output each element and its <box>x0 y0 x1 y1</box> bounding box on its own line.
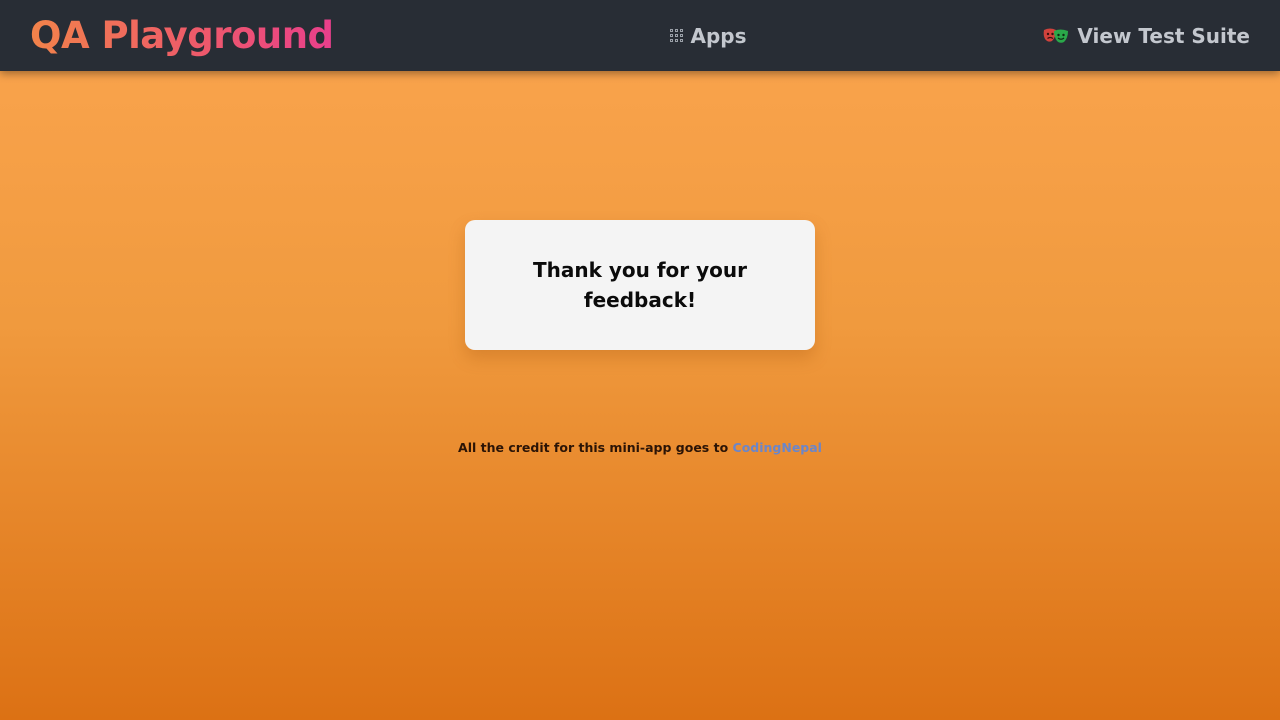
feedback-confirmation-card: Thank you for your feedback! <box>465 220 815 350</box>
grid-icon <box>670 29 684 42</box>
view-test-suite-link[interactable]: View Test Suite <box>1043 24 1250 48</box>
thank-you-message: Thank you for your feedback! <box>532 258 747 312</box>
apps-nav-link[interactable]: Apps <box>670 24 746 48</box>
brand-logo-link[interactable]: QA Playground <box>30 14 334 57</box>
playwright-masks-icon <box>1044 28 1069 43</box>
view-test-suite-label: View Test Suite <box>1077 23 1250 48</box>
credit-text: All the credit for this mini-app goes to <box>458 440 729 455</box>
apps-nav-label: Apps <box>690 23 747 48</box>
top-navbar: QA Playground Apps View Test Suite <box>0 0 1280 71</box>
codingnepal-link[interactable]: CodingNepal <box>733 440 822 455</box>
credit-footer: All the credit for this mini-app goes to… <box>0 440 1280 455</box>
